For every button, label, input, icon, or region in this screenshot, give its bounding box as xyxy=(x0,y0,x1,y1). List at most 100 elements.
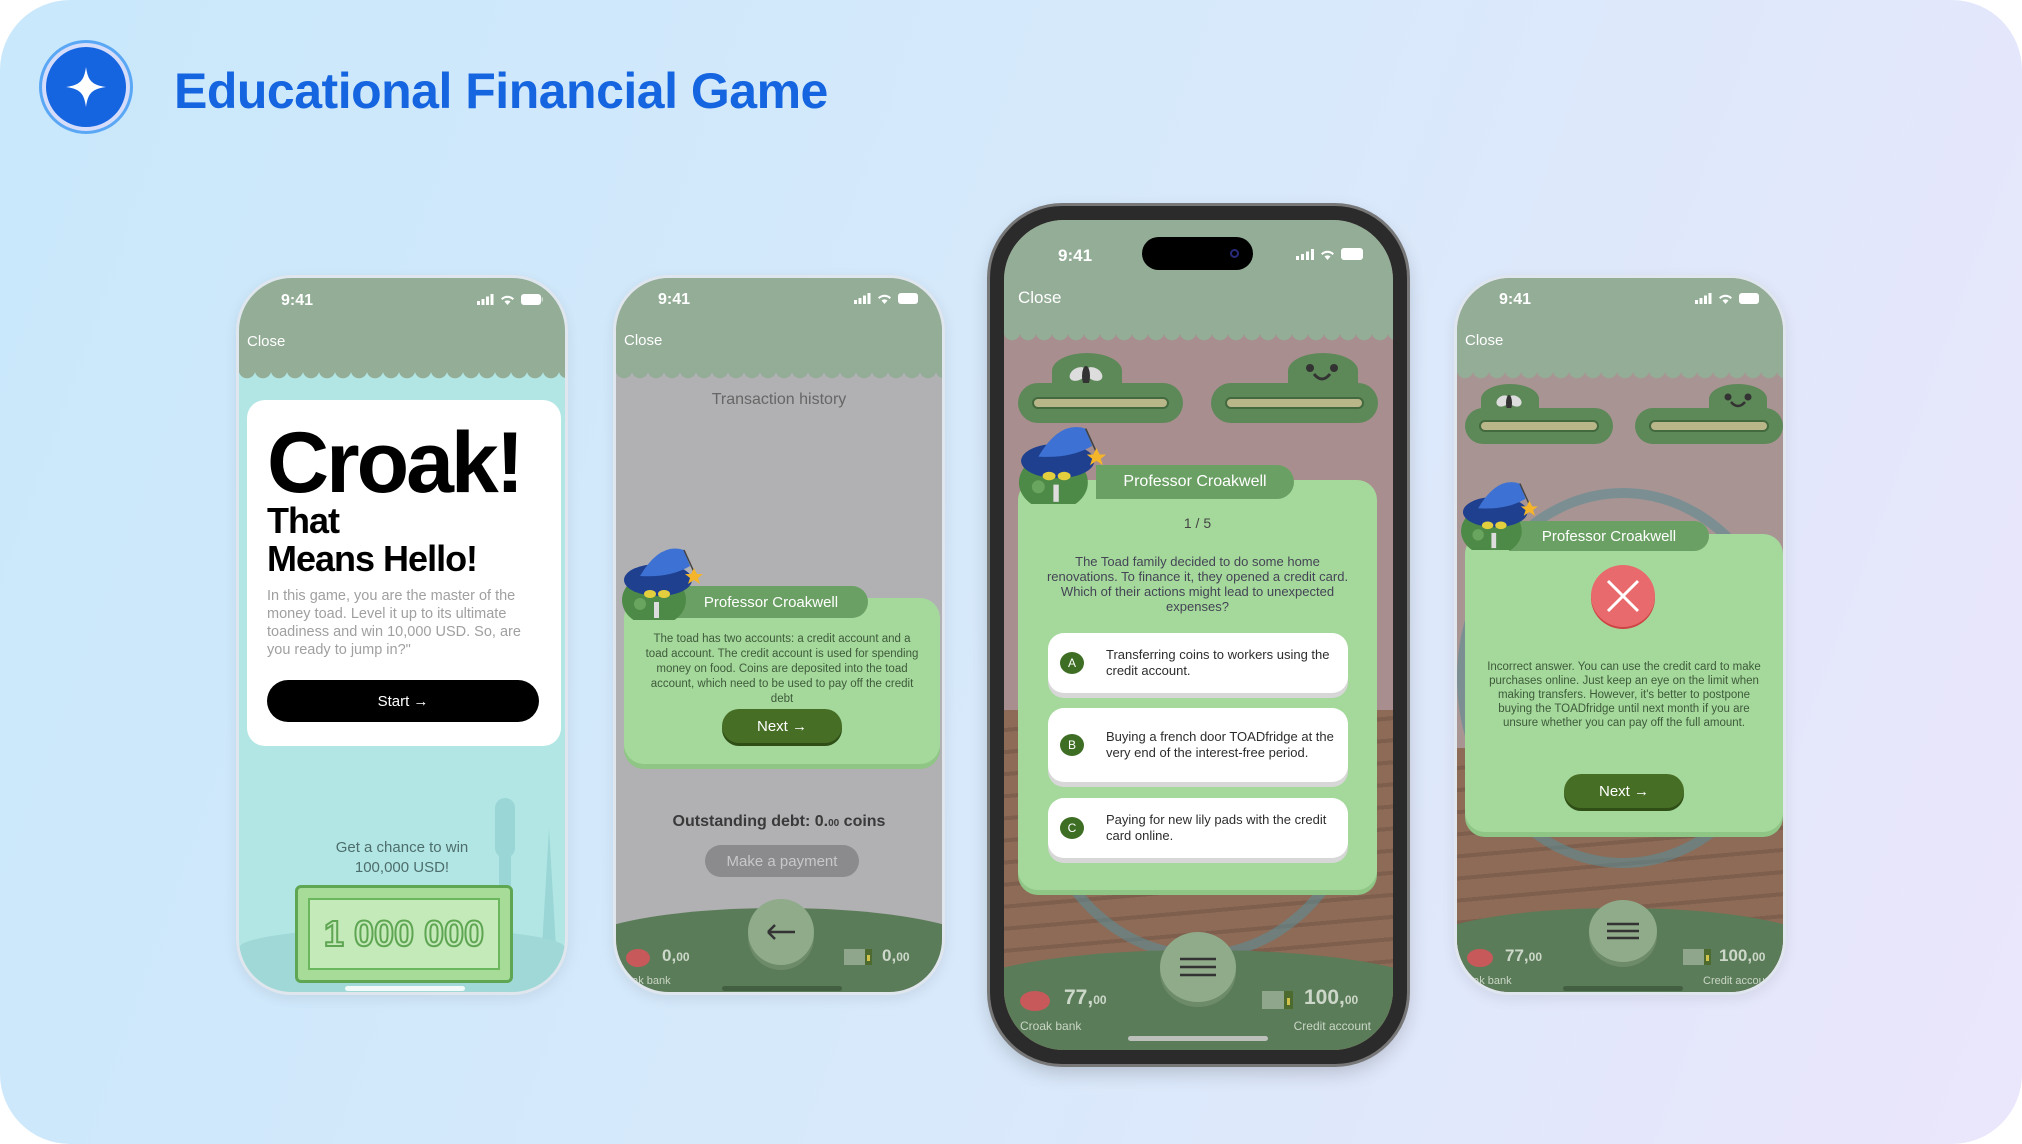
question-progress: 1 / 5 xyxy=(1183,515,1212,531)
value-int: 0, xyxy=(662,946,677,965)
close-button[interactable]: Close xyxy=(1018,288,1061,308)
phone-quiz-device: 9:41 Close Professor Croakwell 1 / 5 The… xyxy=(990,206,1407,1064)
wifi-icon xyxy=(501,295,514,305)
phone-intro-screen: 9:41 Close Croak! That Means Hello! In t… xyxy=(236,275,568,995)
battery-icon xyxy=(898,293,918,304)
outstanding-debt: Outstanding debt: 0.00 coins xyxy=(616,812,942,833)
value-dec: 00 xyxy=(1344,993,1359,1007)
piggy-bank-icon xyxy=(1467,949,1493,967)
sparkle-icon xyxy=(66,67,106,107)
value-int: 0, xyxy=(882,946,897,965)
home-indicator xyxy=(722,986,842,991)
close-button[interactable]: Close xyxy=(1465,332,1503,349)
status-icons xyxy=(854,293,920,304)
hamburger-menu-icon xyxy=(1180,957,1216,977)
prize-line-2: 100,000 USD! xyxy=(354,858,450,876)
credit-account-label: Credit account xyxy=(1703,975,1774,987)
hunger-meter xyxy=(1018,383,1183,423)
croak-bank-label: oak bank xyxy=(1467,975,1512,987)
value-int: 100, xyxy=(1719,946,1753,965)
professor-toad-avatar xyxy=(622,548,703,620)
battery-icon xyxy=(1739,293,1759,304)
question-text: The Toad family decided to do some home … xyxy=(1046,554,1349,614)
status-time: 9:41 xyxy=(658,291,691,308)
screen-title: Transaction history xyxy=(711,391,847,408)
status-icons xyxy=(1695,293,1761,304)
wifi-icon xyxy=(878,294,891,304)
logo xyxy=(46,47,126,127)
status-icons xyxy=(477,294,543,305)
feedback-text: Incorrect answer. You can use the credit… xyxy=(1487,661,1761,729)
intro-body: In this game, you are the master of the … xyxy=(267,588,521,658)
message-text: The toad has two accounts: a credit acco… xyxy=(645,633,919,705)
next-button[interactable]: Next → xyxy=(722,709,842,743)
value-dec: 00 xyxy=(676,950,690,964)
intro-headline: Croak! xyxy=(267,415,524,511)
wifi-icon xyxy=(1719,294,1732,304)
piggy-bank-icon xyxy=(626,949,650,967)
value-int: 100, xyxy=(1304,986,1345,1009)
answer-option-a[interactable]: A Transferring coins to workers using the… xyxy=(1048,633,1348,693)
make-payment-button[interactable]: Make a payment xyxy=(705,845,859,877)
hunger-meter xyxy=(1465,408,1613,444)
phone-transactions-screen: 9:41 Close Transaction history Professor… xyxy=(613,275,945,995)
page-title: Educational Financial Game xyxy=(174,63,828,119)
credit-balance: 100,00 xyxy=(1304,986,1358,1010)
status-time: 9:41 xyxy=(1058,246,1093,265)
status-time: 9:41 xyxy=(281,292,314,309)
dynamic-island xyxy=(1142,237,1253,270)
answer-option-c[interactable]: C Paying for new lily pads with the credi… xyxy=(1048,798,1348,858)
croak-bank-balance: 77,00 xyxy=(1064,986,1107,1010)
croak-bank-label: oak bank xyxy=(626,975,671,987)
option-text: Buying a french door TOADfridge at the v… xyxy=(1106,728,1334,760)
credit-account-label: Credit account xyxy=(1293,1019,1371,1033)
back-button[interactable] xyxy=(748,899,814,965)
speaker-name: Professor Croakwell xyxy=(1509,521,1709,551)
signal-icon xyxy=(477,294,494,305)
incorrect-indicator xyxy=(1591,565,1655,627)
bill-image: 1 000 000 xyxy=(295,885,513,983)
phone-quiz-screen: 9:41 Close Professor Croakwell 1 / 5 The… xyxy=(1004,220,1393,1050)
home-indicator xyxy=(1563,986,1683,991)
close-button[interactable]: Close xyxy=(247,333,285,350)
value-int: 77, xyxy=(1064,986,1094,1009)
option-text: Paying for new lily pads with the credit… xyxy=(1106,811,1327,843)
credit-balance: 100,00 xyxy=(1719,946,1765,966)
battery-icon xyxy=(1341,248,1363,260)
option-letter: A xyxy=(1060,652,1084,674)
close-button[interactable]: Close xyxy=(624,332,662,349)
prize-line-1: Get a chance to win xyxy=(335,839,469,856)
value-dec: 00 xyxy=(1528,950,1542,964)
next-button[interactable]: Next → xyxy=(1564,774,1684,808)
battery-icon xyxy=(521,294,543,305)
close-x-icon xyxy=(1606,579,1640,613)
debt-unit: coins xyxy=(839,813,886,830)
answer-option-b[interactable]: B Buying a french door TOADfridge at the … xyxy=(1048,708,1348,782)
debt-label: Outstanding debt: 0. xyxy=(672,813,829,830)
start-button[interactable]: Start → xyxy=(267,680,539,722)
menu-button[interactable] xyxy=(1160,932,1236,1002)
piggy-bank-icon xyxy=(1020,991,1050,1011)
status-time: 9:41 xyxy=(1499,291,1532,308)
intro-line-2: That xyxy=(267,500,340,541)
menu-button[interactable] xyxy=(1589,900,1657,962)
debt-decimals: 00 xyxy=(828,818,840,829)
home-indicator xyxy=(345,986,465,991)
credit-card-icon xyxy=(1262,991,1293,1009)
wifi-icon xyxy=(1321,250,1334,260)
croak-bank-balance: 0,00 xyxy=(662,946,690,966)
hamburger-menu-icon xyxy=(1607,922,1639,940)
value-dec: 00 xyxy=(896,950,910,964)
credit-card-icon xyxy=(1683,949,1711,965)
bill-amount: 1 000 000 xyxy=(308,898,500,970)
phone-feedback-screen: 9:41 Close Professor Croakwell Incorrect… xyxy=(1454,275,1786,995)
credit-card-icon xyxy=(844,949,872,965)
prize-text: Get a chance to win 100,000 USD! xyxy=(239,838,565,877)
option-letter: C xyxy=(1060,817,1084,839)
home-indicator xyxy=(1128,1036,1268,1041)
status-icons xyxy=(1296,248,1365,260)
croak-bank-label: Croak bank xyxy=(1020,1019,1082,1033)
happiness-meter xyxy=(1635,408,1783,444)
presentation-canvas: Educational Financial Game 9:41 Close Cr… xyxy=(0,0,2022,1144)
professor-toad-avatar xyxy=(1018,426,1107,504)
